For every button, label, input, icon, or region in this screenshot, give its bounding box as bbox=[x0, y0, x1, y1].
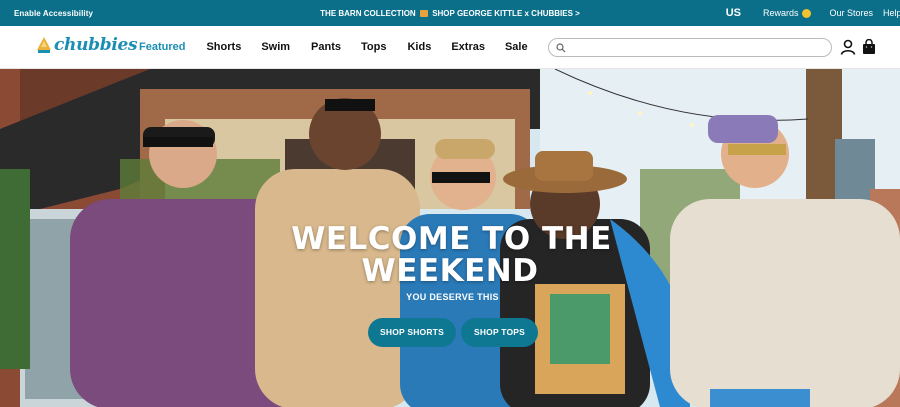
account-icon[interactable] bbox=[840, 39, 856, 55]
nav-item-pants[interactable]: Pants bbox=[311, 41, 341, 53]
search-bar[interactable] bbox=[548, 38, 832, 57]
shopping-bag-icon[interactable] bbox=[862, 39, 876, 55]
main-navigation: chubbies Featured Shorts Swim Pants Tops… bbox=[0, 26, 900, 69]
region-selector[interactable]: US bbox=[726, 7, 741, 19]
promo-shop-link[interactable]: SHOP GEORGE KITTLE x CHUBBIES > bbox=[432, 9, 580, 18]
shop-tops-button[interactable]: SHOP TOPS bbox=[461, 318, 538, 347]
nav-item-shorts[interactable]: Shorts bbox=[206, 41, 241, 53]
promo-bar: Enable Accessibility THE BARN COLLECTION… bbox=[0, 0, 900, 26]
search-input[interactable] bbox=[571, 41, 821, 54]
nav-item-sale[interactable]: Sale bbox=[505, 41, 528, 53]
nav-item-featured[interactable]: Featured bbox=[139, 41, 185, 53]
rewards-label: Rewards bbox=[762, 8, 799, 18]
promo-collection-text[interactable]: THE BARN COLLECTION bbox=[320, 9, 416, 18]
hero-subline: YOU DESERVE THIS bbox=[406, 292, 499, 302]
nav-item-kids[interactable]: Kids bbox=[407, 41, 431, 53]
hero-headline: WELCOME TO THE WEEKEND bbox=[0, 223, 900, 287]
nav-item-extras[interactable]: Extras bbox=[451, 41, 485, 53]
logo-wordmark: chubbies bbox=[54, 35, 138, 55]
logo-mark-icon bbox=[37, 37, 51, 53]
nav-menu: Featured Shorts Swim Pants Tops Kids Ext… bbox=[139, 41, 528, 53]
nav-item-swim[interactable]: Swim bbox=[261, 41, 290, 53]
rewards-link[interactable]: Rewards bbox=[763, 8, 812, 18]
utility-links: US Rewards Our Stores Help bbox=[726, 7, 900, 19]
barn-icon bbox=[419, 10, 428, 17]
nav-item-tops[interactable]: Tops bbox=[361, 41, 386, 53]
help-link[interactable]: Help bbox=[883, 8, 900, 18]
headline-line-1: WELCOME TO THE bbox=[291, 221, 612, 257]
logo[interactable]: chubbies bbox=[37, 35, 138, 55]
search-icon bbox=[556, 43, 566, 53]
shop-shorts-button[interactable]: SHOP SHORTS bbox=[368, 318, 456, 347]
our-stores-link[interactable]: Our Stores bbox=[829, 8, 873, 18]
headline-line-2: WEEKEND bbox=[361, 253, 539, 289]
hero-banner: WELCOME TO THE WEEKEND YOU DESERVE THIS … bbox=[0, 69, 900, 407]
rewards-coin-icon bbox=[802, 8, 812, 18]
